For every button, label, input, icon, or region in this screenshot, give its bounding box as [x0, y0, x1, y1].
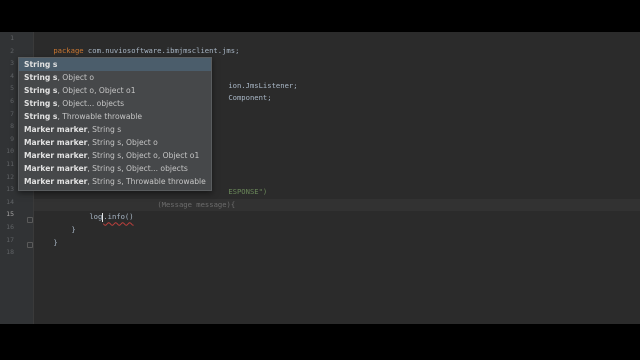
parameter-info-item[interactable]: String s, Throwable throwable — [19, 110, 211, 123]
parameter-info-item[interactable]: String s — [19, 58, 211, 71]
import-fragment: Component; — [228, 93, 272, 103]
parameter-info-rest: , String s, Object... objects — [87, 164, 188, 173]
fold-marker-icon[interactable] — [27, 217, 33, 223]
line-number: 1 — [10, 34, 14, 42]
line-number: 8 — [10, 122, 14, 131]
parameter-info-bold: Marker marker — [24, 151, 88, 160]
line-number: 3 — [10, 59, 14, 68]
line-number: 4 — [10, 71, 14, 80]
parameter-info-rest: , Object... objects — [57, 99, 125, 108]
code-line-1[interactable]: package com.nuviosoftware.ibmjmsclient.j… — [36, 32, 640, 55]
parameter-info-popup[interactable]: String s String s, Object o String s, Obje… — [18, 57, 212, 191]
code-line-17[interactable]: } — [36, 224, 640, 247]
parameter-info-item[interactable]: Marker marker, String s, Object o, Objec… — [19, 149, 211, 162]
fold-marker-icon[interactable] — [27, 242, 33, 248]
line-number: 11 — [6, 160, 14, 168]
parameter-info-bold: Marker marker — [24, 138, 88, 147]
parameter-info-item[interactable]: String s, Object o — [19, 71, 211, 84]
parameter-info-item[interactable]: Marker marker, String s, Throwable throw… — [19, 175, 211, 188]
line-number: 13 — [6, 185, 14, 194]
parameter-info-rest: , String s, Object o — [87, 138, 158, 147]
parameter-info-bold: String s — [24, 73, 58, 82]
code-line-16[interactable]: } — [54, 211, 640, 234]
parameter-info-item[interactable]: String s, Object... objects — [19, 97, 211, 110]
line-number: 2 — [10, 46, 14, 55]
closing-brace: } — [53, 237, 58, 247]
parameter-info-bold: String s — [24, 86, 58, 95]
line-number: 9 — [10, 134, 14, 143]
parameter-info-rest: , Throwable throwable — [57, 112, 143, 121]
code-line-11[interactable]: ESPONSE") — [211, 174, 640, 196]
line-number: 18 — [6, 248, 14, 257]
code-line-4[interactable]: Component; — [211, 80, 640, 102]
parameter-info-item[interactable]: Marker marker, String s — [19, 123, 211, 136]
parameter-info-item[interactable]: String s, Object o, Object o1 — [19, 84, 211, 97]
line-number: 15 — [6, 210, 14, 219]
parameter-info-item[interactable]: Marker marker, String s, Object o — [19, 136, 211, 149]
code-line-12[interactable]: (Message message){ — [140, 186, 640, 209]
line-number: 17 — [6, 235, 14, 244]
code-editor[interactable]: 1 2 3 4 5 6 7 8 9 10 11 12 13 14 15 16 17 18 package com.… — [0, 32, 640, 324]
parameter-info-bold: String s — [24, 60, 58, 69]
parameter-info-rest: , String s — [87, 125, 122, 134]
package-name: com.nuviosoftware.ibmjmsclient.jms; — [83, 45, 240, 55]
parameter-info-bold: Marker marker — [24, 164, 88, 173]
line-number: 12 — [6, 172, 14, 181]
line-number: 14 — [6, 197, 14, 206]
package-keyword: package — [53, 45, 84, 55]
parameter-info-rest: , String s, Throwable throwable — [87, 177, 206, 186]
parameter-info-bold: String s — [24, 99, 58, 108]
code-line-15[interactable]: log.info() — [72, 199, 640, 222]
parameter-info-rest: , Object o, Object o1 — [57, 86, 136, 95]
parameter-info-rest: , String s, Object o, Object o1 — [87, 151, 200, 160]
line-number: 10 — [6, 147, 14, 156]
line-number: 6 — [10, 97, 14, 105]
parameter-info-bold: String s — [24, 112, 58, 121]
parameter-info-bold: Marker marker — [24, 177, 88, 186]
line-number: 16 — [6, 223, 14, 231]
line-number: 7 — [10, 109, 14, 118]
parameter-info-item[interactable]: Marker marker, String s, Object... objec… — [19, 162, 211, 175]
code-line-3[interactable]: ion.JmsListener; — [211, 67, 640, 90]
line-number: 5 — [10, 84, 14, 93]
parameter-info-bold: Marker marker — [24, 125, 88, 134]
parameter-info-rest: , Object o — [57, 73, 95, 82]
